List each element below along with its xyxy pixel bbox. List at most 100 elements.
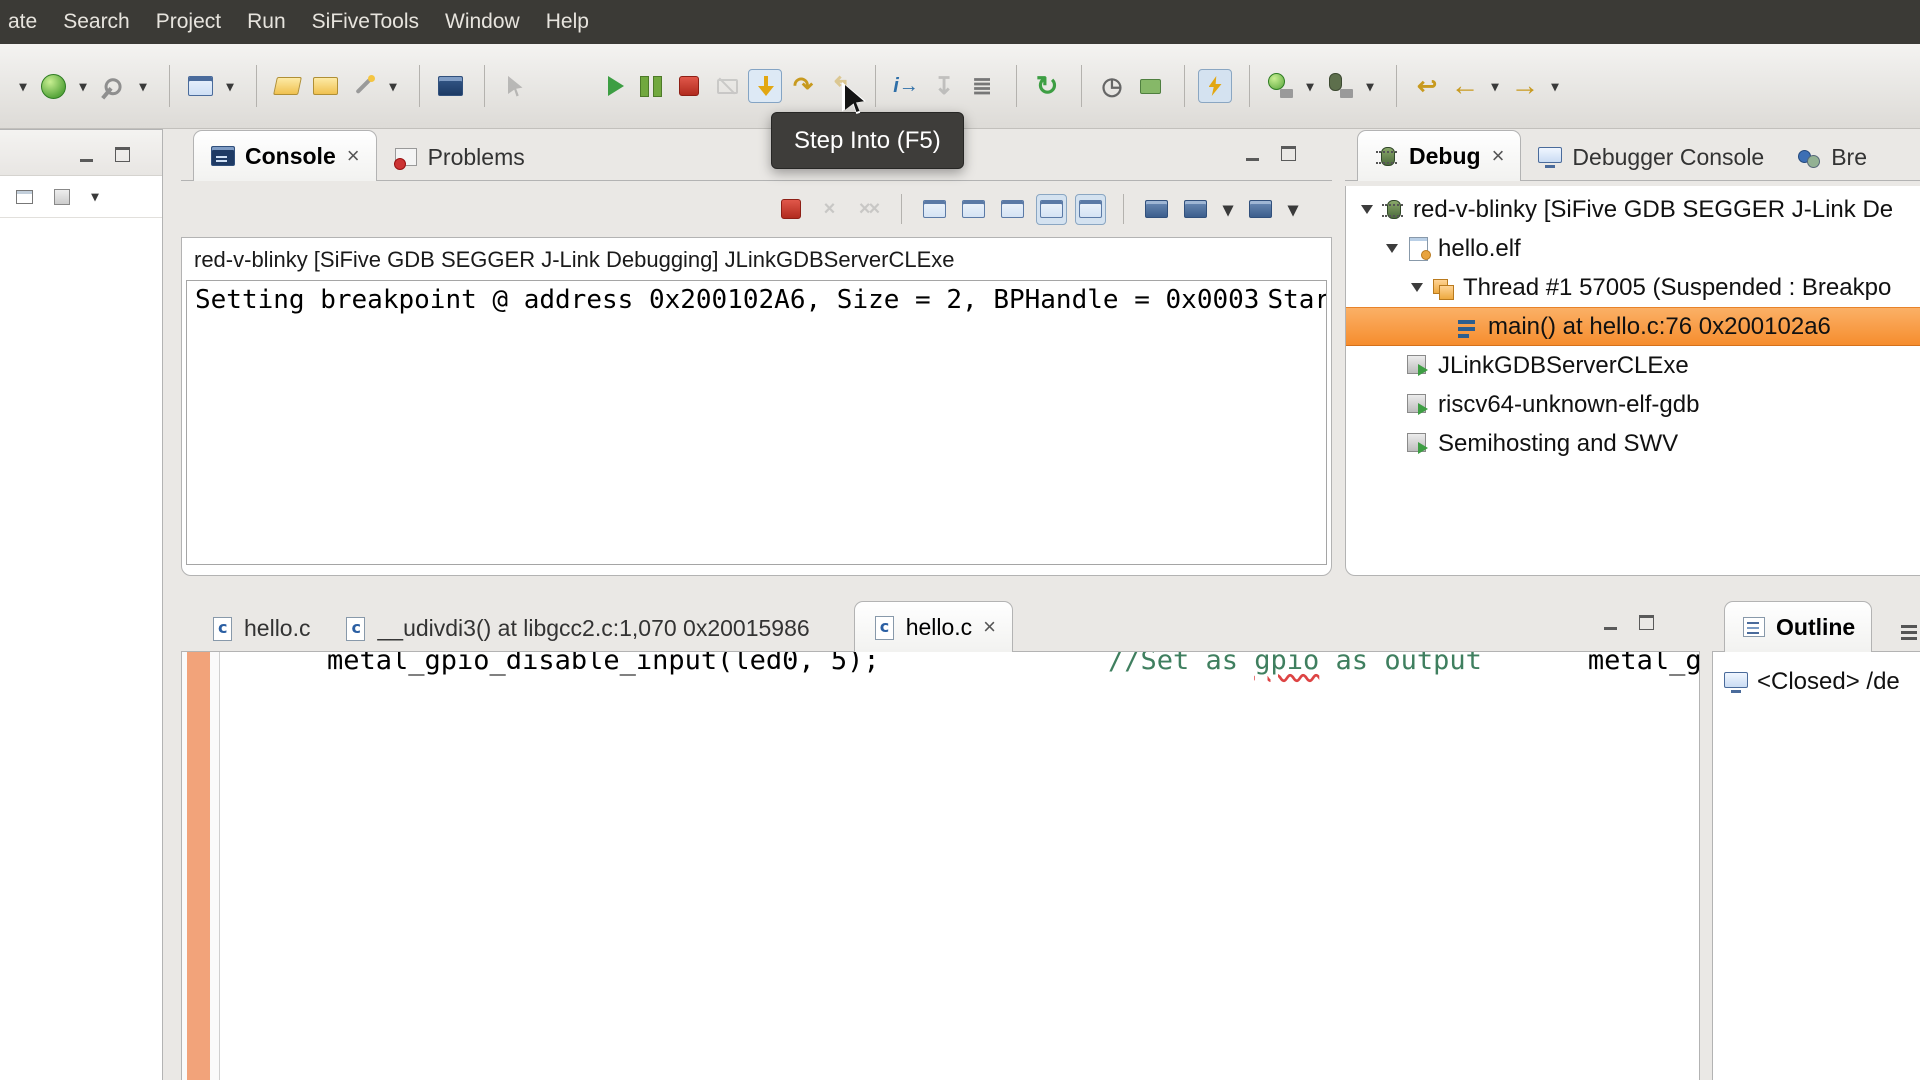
open-console-list-button[interactable] (1245, 194, 1276, 225)
open-perspective-dropdown[interactable]: ▾ (221, 69, 239, 103)
outline-item[interactable]: <Closed> /de (1723, 668, 1920, 696)
back-history-dropdown[interactable]: ▾ (1486, 69, 1504, 103)
terminate-button[interactable] (672, 69, 706, 103)
run-button[interactable] (36, 69, 70, 103)
resume-button[interactable] (596, 69, 630, 103)
expander-arrow-icon[interactable] (1386, 244, 1398, 253)
menu-item-search[interactable]: Search (50, 0, 143, 44)
debug-last-dropdown[interactable]: ▾ (1361, 69, 1379, 103)
open-console-list-dropdown[interactable]: ▾ (1284, 194, 1302, 225)
link-with-editor-button[interactable] (48, 183, 76, 211)
minimize-view-button[interactable] (1242, 143, 1262, 161)
step-over-button[interactable]: ↷ (786, 69, 820, 103)
c-file-icon (871, 615, 897, 640)
restart-button[interactable]: ↻ (1030, 69, 1064, 103)
debug-tabbar: Debug × Debugger Console Bre (1345, 129, 1920, 181)
suspend-button[interactable] (634, 69, 668, 103)
external-tools-dropdown[interactable]: ▾ (134, 69, 152, 103)
load-config-button[interactable] (270, 69, 304, 103)
maximize-view-button[interactable] (112, 144, 132, 162)
memory-button[interactable] (1133, 69, 1167, 103)
show-console-on-stdout-button[interactable] (919, 194, 950, 225)
remove-all-terminated-button: ×× (858, 197, 880, 220)
open-perspective-button[interactable] (183, 69, 217, 103)
debug-last-button[interactable] (1323, 69, 1357, 103)
console-text-widget[interactable]: Setting breakpoint @ address 0x200102A6,… (186, 280, 1327, 565)
debug-tab-debug[interactable]: Debug × (1357, 130, 1522, 181)
new-wizard-dropdown[interactable]: ▾ (384, 69, 402, 103)
close-icon[interactable]: × (347, 145, 360, 167)
minimize-view-button[interactable] (76, 144, 96, 162)
close-icon[interactable]: × (983, 616, 996, 638)
debug-tree-row[interactable]: Thread #1 57005 (Suspended : Breakpo (1346, 268, 1920, 307)
collapse-all-button[interactable] (10, 183, 38, 211)
trace-button[interactable] (1198, 69, 1232, 103)
show-console-on-stderr-button[interactable] (958, 194, 989, 225)
minimize-editor-button[interactable] (1600, 612, 1620, 630)
tab-label: Console (245, 142, 336, 169)
toolbar-separator (1123, 194, 1124, 224)
menu-bar: ate Search Project Run SiFiveTools Windo… (0, 0, 1920, 44)
debug-tree-row[interactable]: red-v-blinky [SiFive GDB SEGGER J-Link D… (1346, 190, 1920, 229)
display-selected-console-dropdown[interactable]: ▾ (1219, 194, 1237, 225)
tree-label: Semihosting and SWV (1438, 429, 1679, 457)
external-tools-button[interactable] (89, 62, 137, 110)
open-console-button[interactable] (433, 69, 467, 103)
menu-item-run[interactable]: Run (234, 0, 299, 44)
run-last-tool-button[interactable] (1263, 69, 1297, 103)
profile-button[interactable]: ◷ (1095, 69, 1129, 103)
editor-annotation-ruler[interactable] (182, 652, 220, 1080)
forward-history-dropdown[interactable]: ▾ (1546, 69, 1564, 103)
step-into-button[interactable] (748, 69, 782, 103)
instruction-stepping-button[interactable]: i→ (889, 69, 923, 103)
editor-tab-hello-c[interactable]: hello.c (193, 605, 326, 651)
debug-tree-row[interactable]: JLinkGDBServerCLExe (1346, 346, 1920, 385)
editor-tabbar: hello.c __udivdi3() at libgcc2.c:1,070 0x… (181, 596, 1700, 652)
debug-tab-bre[interactable]: Bre (1780, 134, 1883, 180)
menu-item-help[interactable]: Help (533, 0, 602, 44)
editor-tab-hello-c[interactable]: hello.c × (853, 601, 1014, 652)
menu-item-navigate[interactable]: ate (4, 0, 50, 44)
console-tab-console[interactable]: Console × (193, 130, 377, 181)
debug-tree-row[interactable]: riscv64-unknown-elf-gdb (1346, 385, 1920, 424)
new-wizard-button[interactable] (346, 69, 380, 103)
view-menu-dropdown[interactable]: ▾ (86, 183, 104, 211)
close-icon[interactable]: × (1492, 145, 1505, 167)
word-wrap-button[interactable] (997, 194, 1028, 225)
use-step-filters-button[interactable]: ≣ (965, 69, 999, 103)
perspective-dropdown[interactable]: ▾ (14, 69, 32, 103)
process-icon (1405, 431, 1431, 456)
last-edit-location-button[interactable]: ↩ (1410, 69, 1444, 103)
debug-tree-row[interactable]: Semihosting and SWV (1346, 424, 1920, 463)
clear-console-button[interactable] (1141, 194, 1172, 225)
console-tab-problems[interactable]: Problems (377, 134, 541, 180)
debug-tree-row[interactable]: hello.elf (1346, 229, 1920, 268)
expander-arrow-icon[interactable] (1361, 205, 1373, 214)
display-selected-console-button[interactable] (1180, 194, 1211, 225)
forward-button[interactable]: → (1508, 69, 1542, 103)
step-into-tooltip: Step Into (F5) (771, 112, 964, 169)
menu-item-sifivetools[interactable]: SiFiveTools (299, 0, 432, 44)
scroll-lock-button[interactable] (1036, 193, 1067, 225)
maximize-view-button[interactable] (1278, 143, 1298, 161)
toolbar-separator (1184, 65, 1185, 107)
maximize-editor-button[interactable] (1636, 612, 1656, 630)
console-panel: Console × Problems × ×× ▾ ▾ red-v-blinky [SiF… (181, 129, 1332, 576)
terminate-console-button[interactable] (775, 194, 806, 225)
menu-item-project[interactable]: Project (143, 0, 234, 44)
open-resource-button[interactable] (308, 69, 342, 103)
debug-tab-debugger-console[interactable]: Debugger Console (1521, 134, 1780, 180)
run-last-tool-dropdown[interactable]: ▾ (1301, 69, 1319, 103)
expander-arrow-icon[interactable] (1411, 283, 1423, 292)
back-button[interactable]: ← (1448, 69, 1482, 103)
view-menu-icon[interactable] (1892, 614, 1920, 648)
editor-body[interactable]: metal_gpio_disable_input(led0, 5); //Set… (181, 652, 1700, 1080)
debug-tree-row[interactable]: main() at hello.c:76 0x200102a6 (1346, 307, 1920, 346)
editor-tab-udivdi3-at-libgcc2-c-1-070-0x20015986[interactable]: __udivdi3() at libgcc2.c:1,070 0x2001598… (326, 605, 825, 651)
debug-body: red-v-blinky [SiFive GDB SEGGER J-Link D… (1345, 186, 1920, 576)
toolbar-separator (1081, 65, 1082, 107)
pin-console-button[interactable] (1075, 193, 1106, 225)
menu-item-window[interactable]: Window (432, 0, 533, 44)
outline-tab-outline[interactable]: Outline (1724, 601, 1873, 652)
mouse-pointer-icon (842, 82, 866, 114)
